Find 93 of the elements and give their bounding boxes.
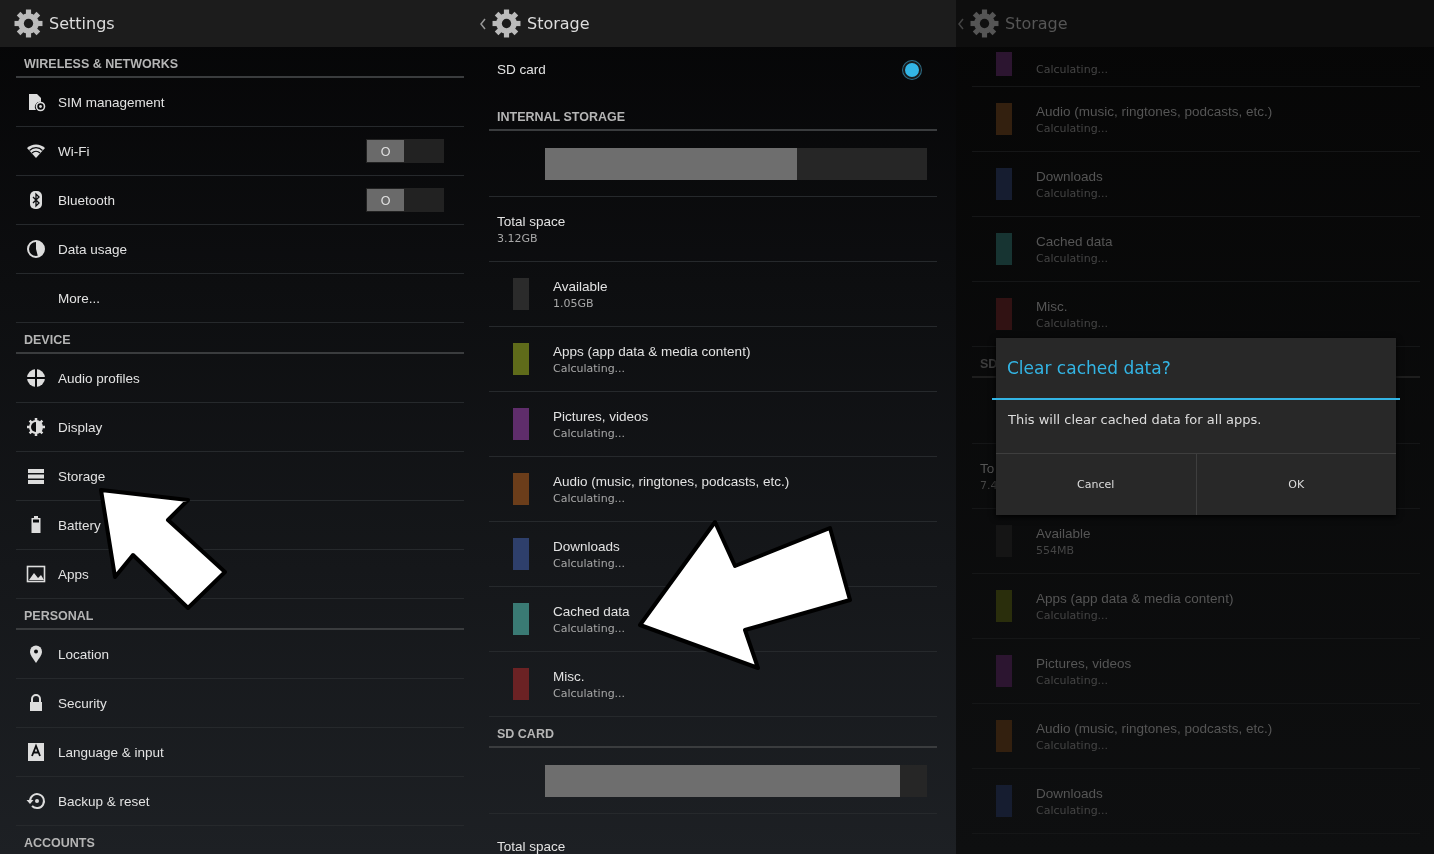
section-header: INTERNAL STORAGE [489, 100, 937, 131]
item-label: Battery [58, 517, 101, 533]
category-size: Calculating... [1036, 186, 1109, 200]
storage-icon [26, 466, 46, 486]
gear-icon [26, 417, 46, 437]
category-size: Calculating... [553, 686, 626, 700]
category-size: Calculating... [1036, 63, 1109, 76]
category-name: Apps (app data & media content) [553, 343, 751, 359]
keyboard-letter-icon [26, 742, 46, 762]
total-space-label: Total space [497, 213, 566, 229]
settings-item[interactable]: Wi-Fi O [16, 127, 464, 176]
sim-card-icon [26, 92, 46, 112]
item-label: SIM management [58, 94, 165, 110]
dialog-message: This will clear cached data for all apps. [1007, 411, 1263, 429]
category-size: Calculating... [1036, 673, 1109, 687]
settings-icon [14, 9, 43, 38]
category-size: Calculating... [1036, 121, 1109, 135]
dialog-title: Clear cached data? [1006, 357, 1172, 380]
category-size: Calculating... [1036, 608, 1109, 622]
settings-item[interactable]: Display [16, 403, 464, 452]
dialog-button[interactable]: OK [1195, 454, 1396, 515]
category-name: Pictures, videos [553, 408, 649, 424]
item-label: Location [58, 646, 110, 662]
screen-title: Storage [1005, 14, 1068, 33]
category-name: Available [1036, 525, 1091, 541]
item-label: More... [58, 290, 100, 306]
category-size: 554MB [1036, 543, 1075, 557]
settings-item[interactable]: Location [16, 630, 464, 679]
settings-icon [970, 9, 999, 38]
audio-profiles-icon [26, 368, 46, 388]
category-size: Calculating... [553, 621, 626, 635]
storage-option[interactable]: SD card [489, 47, 937, 100]
settings-item[interactable]: Data usage [16, 225, 464, 274]
screen-title: Storage [527, 14, 590, 33]
category-size: Calculating... [553, 491, 626, 505]
item-label: Language & input [58, 744, 164, 760]
item-label: Wi-Fi [58, 143, 90, 159]
category-size: Calculating... [553, 361, 626, 375]
item-label: Data usage [58, 241, 128, 257]
settings-item[interactable]: Backup & reset [16, 777, 464, 826]
toggle-switch[interactable]: O [366, 139, 444, 163]
storage-category[interactable]: Available 1.05GB [489, 262, 937, 327]
screen-title: Settings [49, 14, 115, 33]
total-space-value: 3.12GB [497, 231, 538, 245]
category-name: Pictures, videos [1036, 655, 1132, 671]
section-header: ACCOUNTS [16, 826, 464, 854]
category-name: Cached data [1036, 233, 1113, 249]
radio-button[interactable] [903, 60, 921, 79]
category-name: Downloads [1036, 785, 1103, 801]
settings-icon [492, 9, 521, 38]
category-name: Misc. [1036, 298, 1068, 314]
section-header: SD CARD [489, 717, 937, 748]
category-size: Calculating... [553, 426, 626, 440]
back-caret-icon[interactable] [480, 17, 486, 30]
category-name: Misc. [553, 668, 585, 684]
item-label: Backup & reset [58, 793, 150, 809]
item-label: Apps [58, 566, 89, 582]
section-header: WIRELESS & NETWORKS [16, 47, 464, 78]
restore-icon [26, 791, 46, 811]
category-size: 1.05GB [553, 296, 594, 310]
item-label: Bluetooth [58, 192, 116, 208]
item-label: Storage [58, 468, 106, 484]
storage-category[interactable]: Audio (music, ringtones, podcasts, etc.) Calculating... [489, 457, 937, 522]
category-size: Calculating... [1036, 316, 1109, 330]
category-name: Downloads [553, 538, 620, 554]
category-size: Calculating... [553, 556, 626, 570]
category-name: Cached data [553, 603, 630, 619]
category-name: Audio (music, ringtones, podcasts, etc.) [1036, 720, 1273, 736]
settings-item[interactable]: Audio profiles [16, 354, 464, 403]
settings-item[interactable]: More... [16, 274, 464, 323]
toggle-switch[interactable]: O [366, 188, 444, 212]
settings-item[interactable]: Language & input [16, 728, 464, 777]
section-header: DEVICE [16, 323, 464, 354]
total-space-label: Total space [497, 838, 566, 854]
settings-item[interactable]: SIM management [16, 78, 464, 127]
item-label: Security [58, 695, 107, 711]
pie-chart-icon [26, 239, 46, 259]
item-label: Display [58, 419, 103, 435]
category-name: Available [553, 278, 608, 294]
item-label: Audio profiles [58, 370, 140, 386]
category-name: Audio (music, ringtones, podcasts, etc.) [1036, 103, 1273, 119]
image-icon [26, 564, 46, 584]
storage-category[interactable]: Apps (app data & media content) Calculating... [489, 327, 937, 392]
settings-item[interactable]: Bluetooth O [16, 176, 464, 225]
storage-category[interactable]: Pictures, videos Calculating... [489, 392, 937, 457]
category-name: Downloads [1036, 168, 1103, 184]
settings-item[interactable]: Security [16, 679, 464, 728]
category-size: Calculating... [1036, 251, 1109, 265]
dialog-button[interactable]: Cancel [996, 454, 1196, 515]
total-space-value: 7.4 [980, 478, 998, 492]
total-space-label: To [980, 460, 995, 476]
category-name: Audio (music, ringtones, podcasts, etc.) [553, 473, 790, 489]
category-name: Apps (app data & media content) [1036, 590, 1234, 606]
